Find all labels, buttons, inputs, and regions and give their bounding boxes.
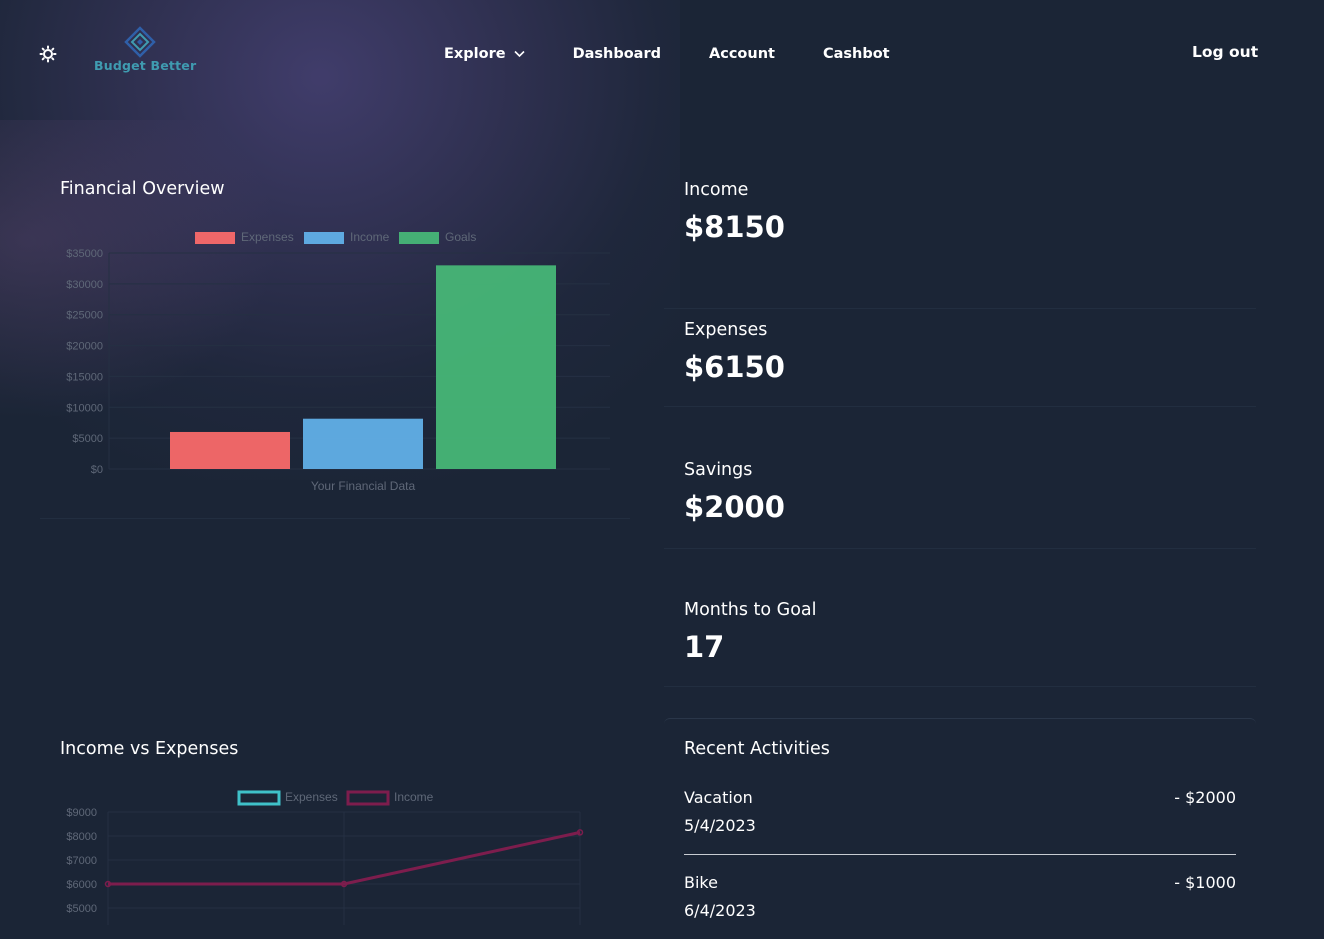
savings-label: Savings: [684, 460, 753, 480]
y-tick-label: $9000: [66, 807, 97, 819]
y-tick-label: $5000: [66, 903, 97, 915]
nav-cashbot[interactable]: Cashbot: [823, 44, 890, 64]
legend-label: Expenses: [241, 230, 294, 244]
income-stat: Income $8150: [664, 180, 1256, 309]
nav-account[interactable]: Account: [709, 44, 775, 64]
activity-date: 6/4/2023: [684, 901, 756, 920]
expenses-label: Expenses: [684, 320, 768, 340]
bar-goals: [436, 265, 556, 469]
y-tick-label: $30000: [66, 279, 103, 291]
y-tick-label: $35000: [66, 248, 103, 260]
budget-better-logo[interactable]: Budget Better: [94, 26, 196, 78]
months-to-goal-label: Months to Goal: [684, 600, 817, 620]
x-axis-label: Your Financial Data: [311, 479, 416, 493]
savings-value: $2000: [684, 490, 785, 524]
y-tick-label: $10000: [66, 402, 103, 414]
y-tick-label: $8000: [66, 831, 97, 843]
legend-swatch: [195, 232, 235, 244]
months-to-goal-value: 17: [684, 630, 725, 664]
nav-explore-label: Explore: [444, 46, 506, 62]
y-tick-label: $5000: [72, 433, 103, 445]
nav-dashboard[interactable]: Dashboard: [573, 44, 661, 64]
recent-activities-title: Recent Activities: [684, 739, 830, 759]
activity-item[interactable]: Bike 6/4/2023 - $1000: [684, 873, 1236, 923]
theme-toggle-icon[interactable]: [38, 44, 58, 64]
expenses-value: $6150: [684, 350, 785, 384]
legend-swatch: [237, 790, 281, 806]
expenses-stat: Expenses $6150: [664, 320, 1256, 407]
legend-swatch: [399, 232, 439, 244]
y-tick-label: $7000: [66, 855, 97, 867]
bar-expenses: [170, 431, 290, 469]
activity-amount: - $2000: [1174, 788, 1236, 807]
logo-text: Budget Better: [94, 58, 197, 73]
legend-label: Income: [394, 790, 434, 804]
income-value: $8150: [684, 210, 785, 244]
legend-swatch: [346, 790, 390, 806]
logo-diamond-icon: [124, 26, 156, 58]
y-tick-label: $25000: [66, 310, 103, 322]
y-tick-label: $20000: [66, 341, 103, 353]
bar-income: [303, 418, 423, 469]
y-tick-label: $6000: [66, 879, 97, 891]
legend-swatch: [304, 232, 344, 244]
activity-item[interactable]: Vacation 5/4/2023 - $2000: [684, 788, 1236, 838]
financial-overview-chart: $35000 $30000 $25000 $20000 $15000 $10000 $500…: [66, 230, 610, 493]
months-to-goal-stat: Months to Goal 17: [664, 600, 1256, 687]
top-nav-bar: Budget Better Explore Dashboard Account …: [0, 0, 1324, 110]
activity-amount: - $1000: [1174, 873, 1236, 892]
savings-stat: Savings $2000: [664, 460, 1256, 549]
chevron-down-icon: [513, 50, 525, 58]
legend-label: Goals: [445, 230, 476, 244]
activity-name: Bike: [684, 873, 718, 892]
logout-button[interactable]: Log out: [1192, 43, 1258, 61]
activity-name: Vacation: [684, 788, 753, 807]
nav-explore[interactable]: Explore: [444, 44, 525, 64]
legend-label: Income: [350, 230, 390, 244]
income-vs-expenses-chart: $9000 $8000 $7000 $6000 $5000 Expenses Income: [66, 790, 584, 925]
y-tick-label: $0: [91, 464, 103, 476]
main-nav: Explore Dashboard Account Cashbot: [444, 44, 938, 64]
activity-divider: [684, 854, 1236, 855]
income-label: Income: [684, 180, 749, 200]
activity-date: 5/4/2023: [684, 816, 756, 835]
legend-label: Expenses: [285, 790, 338, 804]
financial-overview-title: Financial Overview: [60, 179, 225, 199]
y-tick-label: $15000: [66, 371, 103, 383]
income-vs-expenses-title: Income vs Expenses: [60, 739, 239, 759]
